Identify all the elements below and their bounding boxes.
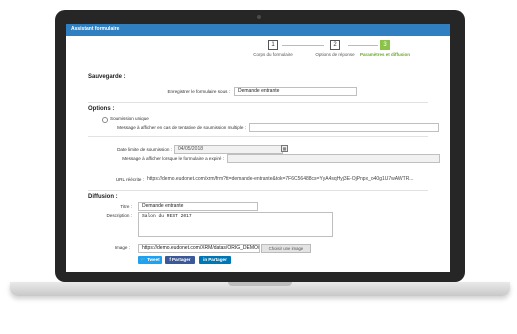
step-3[interactable]: 3 Paramètres et diffusion xyxy=(350,40,420,57)
choose-image-button[interactable]: Choisir une image xyxy=(261,244,311,253)
linkedin-share-label: Partager xyxy=(208,257,227,262)
image-label: Image : xyxy=(114,245,130,250)
section-heading-diffusion: Diffusion : xyxy=(88,194,118,200)
camera-icon xyxy=(257,15,261,19)
laptop-base xyxy=(10,282,510,296)
deadline-label: Date limite de soumission : xyxy=(117,147,172,152)
description-label: Description : xyxy=(106,213,132,218)
rewritten-url-label: URL réécrite : xyxy=(115,177,144,182)
facebook-share-label: Partager xyxy=(171,257,191,262)
save-name-label: Enregistrer le formulaire sous : xyxy=(167,89,230,94)
step-number: 1 xyxy=(268,40,278,50)
divider xyxy=(88,136,428,137)
twitter-icon: 🐦 xyxy=(140,257,147,262)
facebook-share-button[interactable]: fPartager xyxy=(165,256,195,264)
unique-submission-label: Soumission unique xyxy=(110,116,149,121)
retry-message-field[interactable] xyxy=(249,123,439,132)
step-number: 3 xyxy=(380,40,390,50)
window-titlebar: Assistant formulaire xyxy=(66,24,450,36)
retry-message-label: Message à afficher en cas de tentative d… xyxy=(117,125,246,130)
image-url-field[interactable]: https://demo.eudonet.com/XRM/datas/ORIG_… xyxy=(138,244,260,253)
laptop-notch xyxy=(228,282,292,286)
step-label: Paramètres et diffusion xyxy=(359,52,410,57)
title-label: Titre : xyxy=(120,204,132,209)
linkedin-share-button[interactable]: inPartager xyxy=(199,256,231,264)
step-label: Corps du formulaire xyxy=(253,52,293,57)
step-1[interactable]: 1 Corps du formulaire xyxy=(238,40,308,57)
deadline-field[interactable]: 04/05/2018 xyxy=(174,145,283,154)
linkedin-icon: in xyxy=(203,257,208,262)
save-name-field[interactable]: Demande entrante xyxy=(234,87,357,96)
tweet-button[interactable]: 🐦Tweet xyxy=(138,256,162,264)
window-title: Assistant formulaire xyxy=(71,26,120,32)
step-number: 2 xyxy=(330,40,340,50)
rewritten-url-value[interactable]: https://demo.eudonet.com/xrm/frm?tt=dema… xyxy=(147,176,429,182)
expired-message-label: Message à afficher lorsque le formulaire… xyxy=(122,156,224,161)
divider xyxy=(88,102,428,103)
facebook-icon: f xyxy=(169,257,171,262)
section-heading-sauvegarde: Sauvegarde : xyxy=(88,74,126,80)
tweet-label: Tweet xyxy=(147,257,160,262)
app-window: Assistant formulaire 1 Corps du formulai… xyxy=(66,24,450,272)
unique-submission-radio[interactable] xyxy=(102,117,108,123)
divider xyxy=(88,190,428,191)
description-field[interactable]: Salon du REST 2017 xyxy=(138,212,333,237)
section-heading-options: Options : xyxy=(88,106,115,112)
calendar-icon[interactable]: ▦ xyxy=(281,145,288,152)
expired-message-field[interactable] xyxy=(227,154,440,163)
